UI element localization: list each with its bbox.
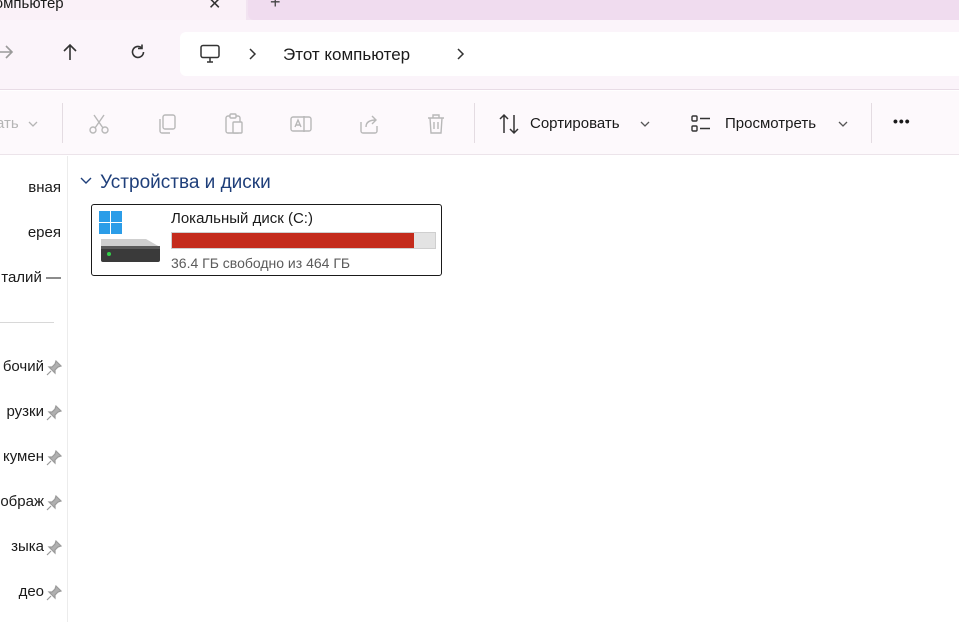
title-bar: компьютер ✕ + — [0, 0, 959, 20]
chevron-down-icon — [838, 121, 848, 127]
sidebar-item-videos[interactable]: део — [0, 581, 67, 605]
forward-button[interactable] — [0, 36, 22, 68]
toolbar-divider — [474, 103, 475, 143]
toolbar-divider — [871, 103, 872, 143]
sidebar-item-label: ерея — [27, 224, 61, 241]
drive-usage-fill — [172, 233, 414, 248]
tab-close-button[interactable]: ✕ — [208, 0, 221, 14]
sidebar-item-label: вная — [28, 179, 61, 196]
pin-icon — [46, 450, 62, 466]
pin-icon — [46, 360, 62, 376]
sidebar-item-label: кумен — [2, 448, 44, 465]
copy-button[interactable] — [154, 111, 180, 137]
navigation-pane: вная ерея талий — бочий рузки кумен обра… — [0, 156, 68, 622]
drive-icon — [99, 211, 160, 262]
sidebar-item-label: део — [18, 583, 44, 600]
more-options-button[interactable]: ••• — [893, 113, 911, 129]
share-icon — [360, 115, 378, 134]
pin-icon — [46, 405, 62, 421]
refresh-button[interactable] — [122, 36, 154, 68]
trash-icon — [428, 114, 444, 134]
tab-title: компьютер — [0, 0, 64, 12]
breadcrumb-this-pc[interactable]: Этот компьютер — [283, 45, 410, 65]
sidebar-item-gallery[interactable]: ерея — [0, 222, 67, 246]
view-button[interactable]: Просмотреть — [725, 115, 816, 132]
chevron-down-icon — [640, 121, 650, 127]
view-list-icon — [691, 115, 710, 132]
drive-tile-c[interactable]: Локальный диск (C:) 36.4 ГБ свободно из … — [91, 204, 442, 276]
sidebar-item-label: рузки — [6, 403, 45, 420]
up-button[interactable] — [54, 36, 86, 68]
rename-icon — [290, 116, 312, 132]
sidebar-item-home[interactable]: вная — [0, 177, 67, 201]
file-view: Устройства и диски Локальный диск (C:) 3… — [69, 156, 959, 622]
arrow-right-icon — [0, 45, 14, 59]
chevron-down-icon[interactable] — [79, 176, 93, 186]
pin-icon — [46, 540, 62, 556]
sidebar-item-label: талий — — [1, 269, 61, 286]
sort-icon — [499, 113, 519, 135]
rename-button[interactable] — [288, 111, 314, 137]
sidebar-item-downloads[interactable]: рузки — [0, 401, 67, 425]
sidebar-item-label: ображ — [0, 493, 44, 510]
sidebar-item-desktop[interactable]: бочий — [0, 356, 67, 380]
pin-icon — [46, 495, 62, 511]
chevron-down-icon — [28, 121, 38, 127]
chevron-right-icon[interactable] — [456, 48, 466, 60]
sidebar-item-pictures[interactable]: ображ — [0, 491, 67, 515]
toolbar-divider — [62, 103, 63, 143]
monitor-icon — [200, 44, 220, 63]
drive-name: Локальный диск (C:) — [171, 210, 313, 227]
new-tab-button[interactable]: + — [270, 0, 281, 13]
delete-button[interactable] — [423, 111, 449, 137]
sidebar-item-label: бочий — [2, 358, 44, 375]
sort-button[interactable]: Сортировать — [530, 115, 620, 132]
refresh-icon — [131, 44, 145, 59]
tab-strip — [248, 0, 959, 20]
paste-button[interactable] — [221, 111, 247, 137]
sidebar-item-music[interactable]: зыка — [0, 536, 67, 560]
sort-icon-wrap[interactable] — [496, 111, 522, 137]
arrow-up-icon — [63, 43, 77, 60]
drive-usage-bar — [171, 232, 436, 249]
drive-free-space: 36.4 ГБ свободно из 464 ГБ — [171, 255, 351, 271]
scissors-icon — [89, 114, 109, 134]
sidebar-item-documents[interactable]: кумен — [0, 446, 67, 470]
share-button[interactable] — [356, 111, 382, 137]
tab-this-pc[interactable]: компьютер ✕ — [0, 0, 246, 20]
command-bar: ать — [0, 91, 959, 155]
clipboard-icon — [225, 113, 243, 134]
sidebar-divider — [0, 322, 54, 323]
sidebar-item-onedrive[interactable]: талий — — [0, 267, 67, 291]
copy-icon — [159, 114, 176, 134]
group-header-devices[interactable]: Устройства и диски — [100, 172, 271, 194]
view-icon-wrap[interactable] — [688, 111, 714, 137]
navigation-bar: Этот компьютер — [0, 20, 959, 90]
create-button-label[interactable]: ать — [0, 115, 19, 132]
chevron-right-icon[interactable] — [248, 48, 258, 60]
sidebar-item-label: зыка — [11, 538, 44, 555]
address-bar[interactable]: Этот компьютер — [180, 32, 959, 76]
pin-icon — [46, 585, 62, 601]
cut-button[interactable] — [86, 111, 112, 137]
